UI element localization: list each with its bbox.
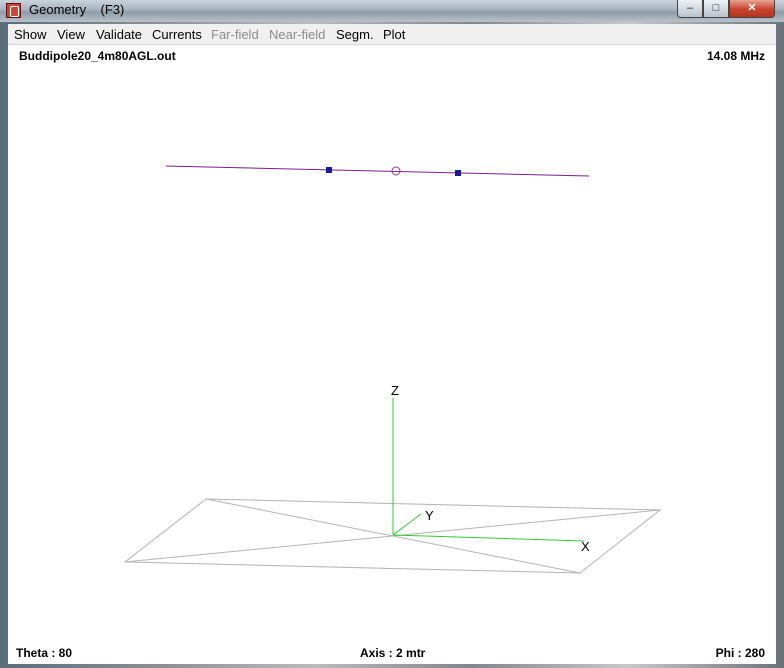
- axes: Z Y X: [391, 383, 590, 554]
- axis-scale-readout: Axis : 2 mtr: [360, 646, 426, 660]
- app-icon[interactable]: [6, 3, 21, 18]
- menu-currents[interactable]: Currents: [152, 27, 202, 42]
- antenna-wire: [165, 165, 590, 177]
- theta-readout: Theta : 80: [16, 646, 73, 660]
- minimize-button[interactable]: –: [677, 0, 703, 18]
- menu-view[interactable]: View: [57, 27, 85, 42]
- menu-bar: Show View Validate Currents Far-field Ne…: [8, 24, 776, 45]
- z-axis-label: Z: [391, 383, 399, 398]
- menu-show[interactable]: Show: [14, 27, 47, 42]
- phi-readout: Phi : 280: [715, 646, 765, 660]
- title-bar[interactable]: Geometry (F3) – □ ✕: [0, 0, 784, 22]
- maximize-button[interactable]: □: [703, 0, 729, 18]
- menu-far-field: Far-field: [211, 27, 259, 42]
- y-axis-label: Y: [425, 508, 434, 523]
- geometry-scene: Z Y X: [123, 165, 662, 574]
- load-square-icon: [326, 167, 332, 173]
- x-axis: [392, 534, 585, 542]
- load-square-icon: [455, 170, 461, 176]
- menu-plot[interactable]: Plot: [383, 27, 405, 42]
- geometry-window: Geometry (F3) – □ ✕ Show View Validate C…: [0, 0, 784, 668]
- menu-validate[interactable]: Validate: [96, 27, 142, 42]
- close-button[interactable]: ✕: [729, 0, 775, 18]
- x-axis-label: X: [581, 539, 590, 554]
- window-title: Geometry (F3): [29, 2, 125, 17]
- geometry-canvas[interactable]: Buddipole20_4m80AGL.out 14.08 MHz Z Y X: [8, 45, 776, 664]
- antenna: [165, 165, 590, 177]
- menu-segm[interactable]: Segm.: [336, 27, 374, 42]
- y-axis: [392, 513, 422, 536]
- menu-near-field: Near-field: [269, 27, 326, 42]
